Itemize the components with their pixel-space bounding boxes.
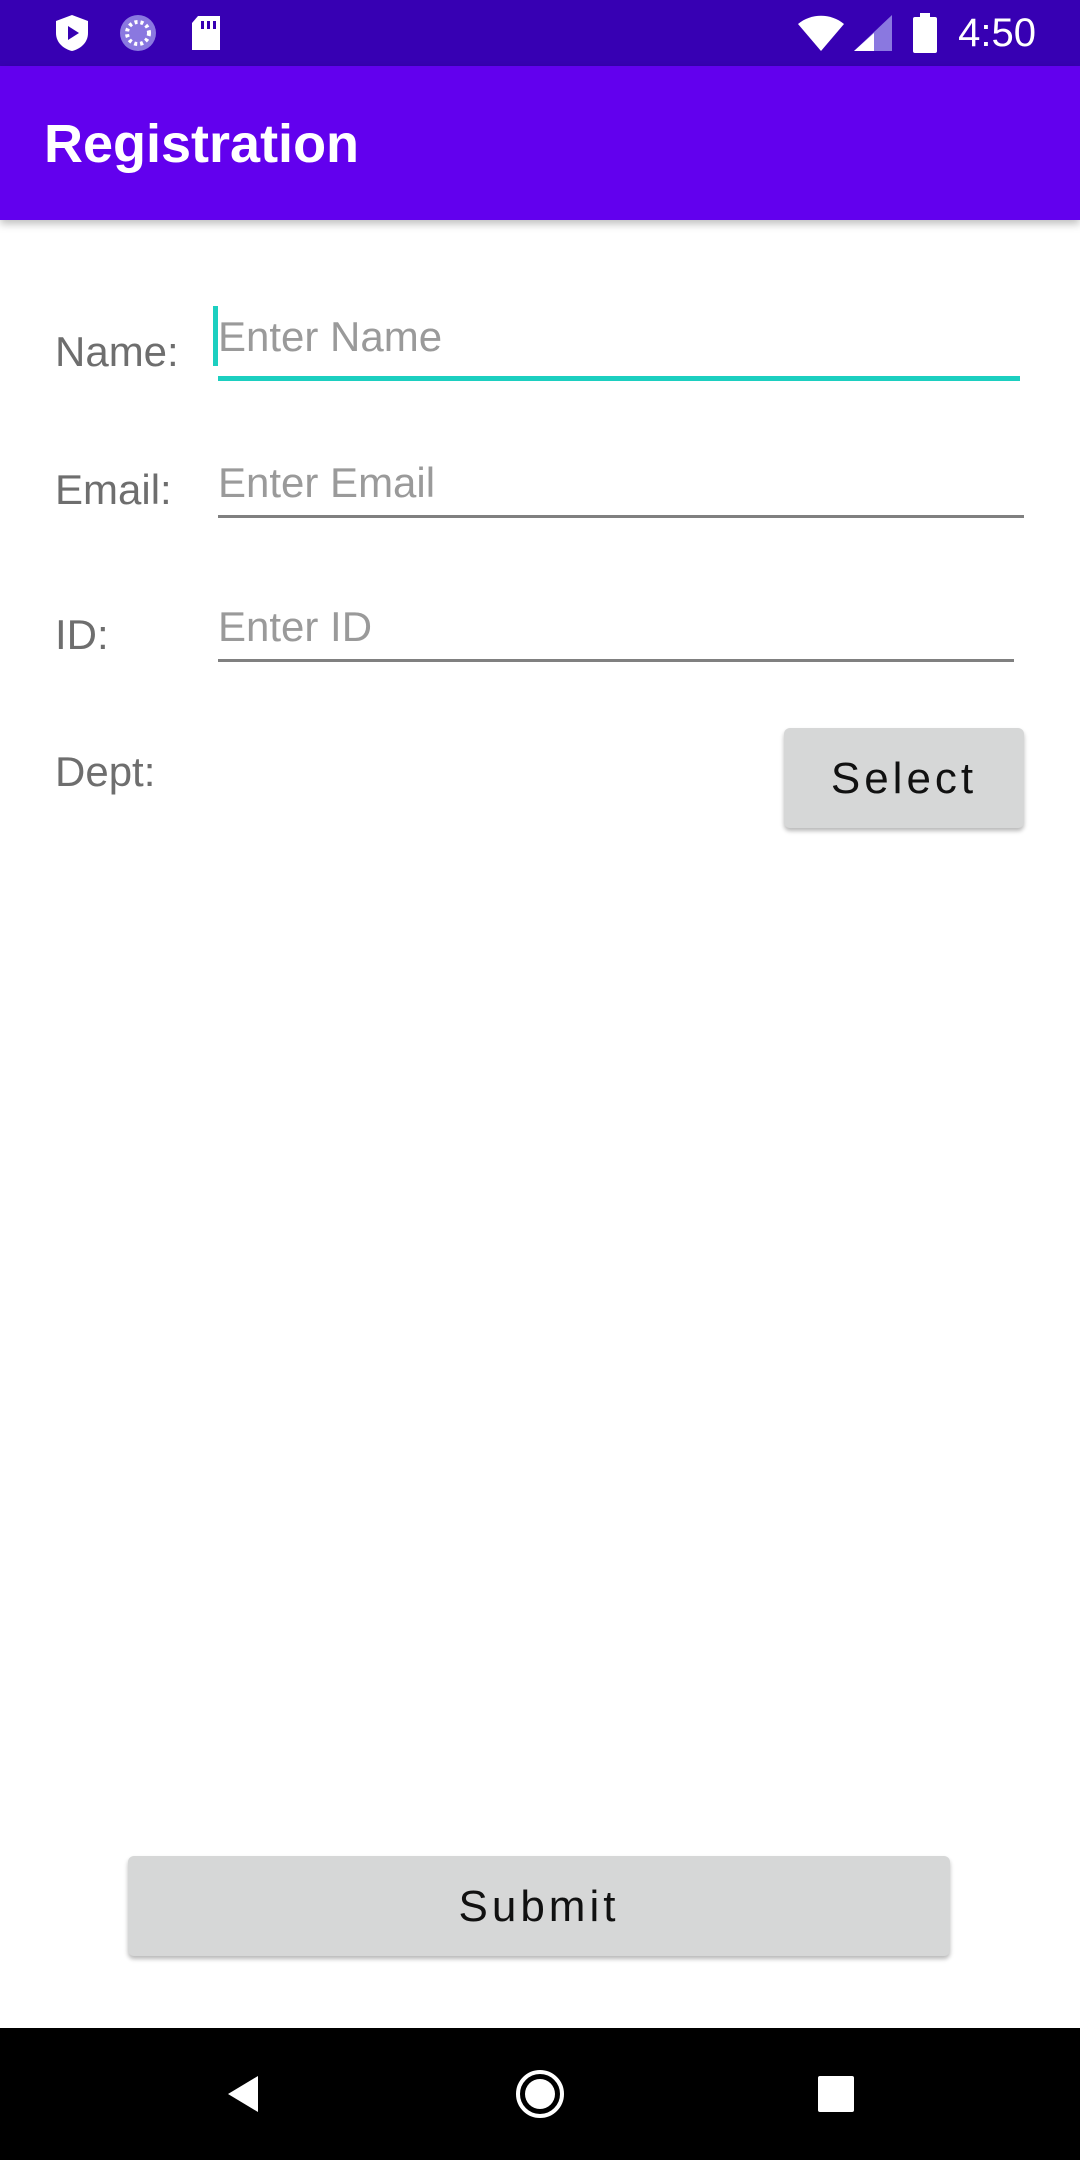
email-label: Email: [55,466,172,513]
status-bar: 4:50 [0,0,1080,66]
name-label: Name: [55,328,179,375]
dept-label: Dept: [55,748,156,795]
id-input-underline [218,659,1014,662]
select-dept-button[interactable]: Select [784,728,1024,828]
name-input-underline [218,376,1020,381]
navigation-bar [0,2028,1080,2160]
id-input[interactable] [218,592,1014,662]
wifi-icon [798,15,844,51]
loading-circle-icon [120,15,156,51]
submit-button[interactable]: Submit [128,1856,950,1956]
back-icon[interactable] [214,2064,274,2124]
battery-icon [913,13,937,53]
cell-signal-icon [854,15,892,51]
email-input[interactable] [218,448,1024,518]
app-bar: Registration [0,66,1080,220]
email-input-underline [218,515,1024,518]
id-label: ID: [55,611,109,658]
name-input[interactable] [218,302,1018,372]
page-title: Registration [44,114,360,174]
sd-card-icon [192,16,220,50]
recents-icon[interactable] [806,2064,866,2124]
shield-play-icon [56,15,88,51]
home-icon[interactable] [510,2064,570,2124]
status-time: 4:50 [958,11,1036,55]
